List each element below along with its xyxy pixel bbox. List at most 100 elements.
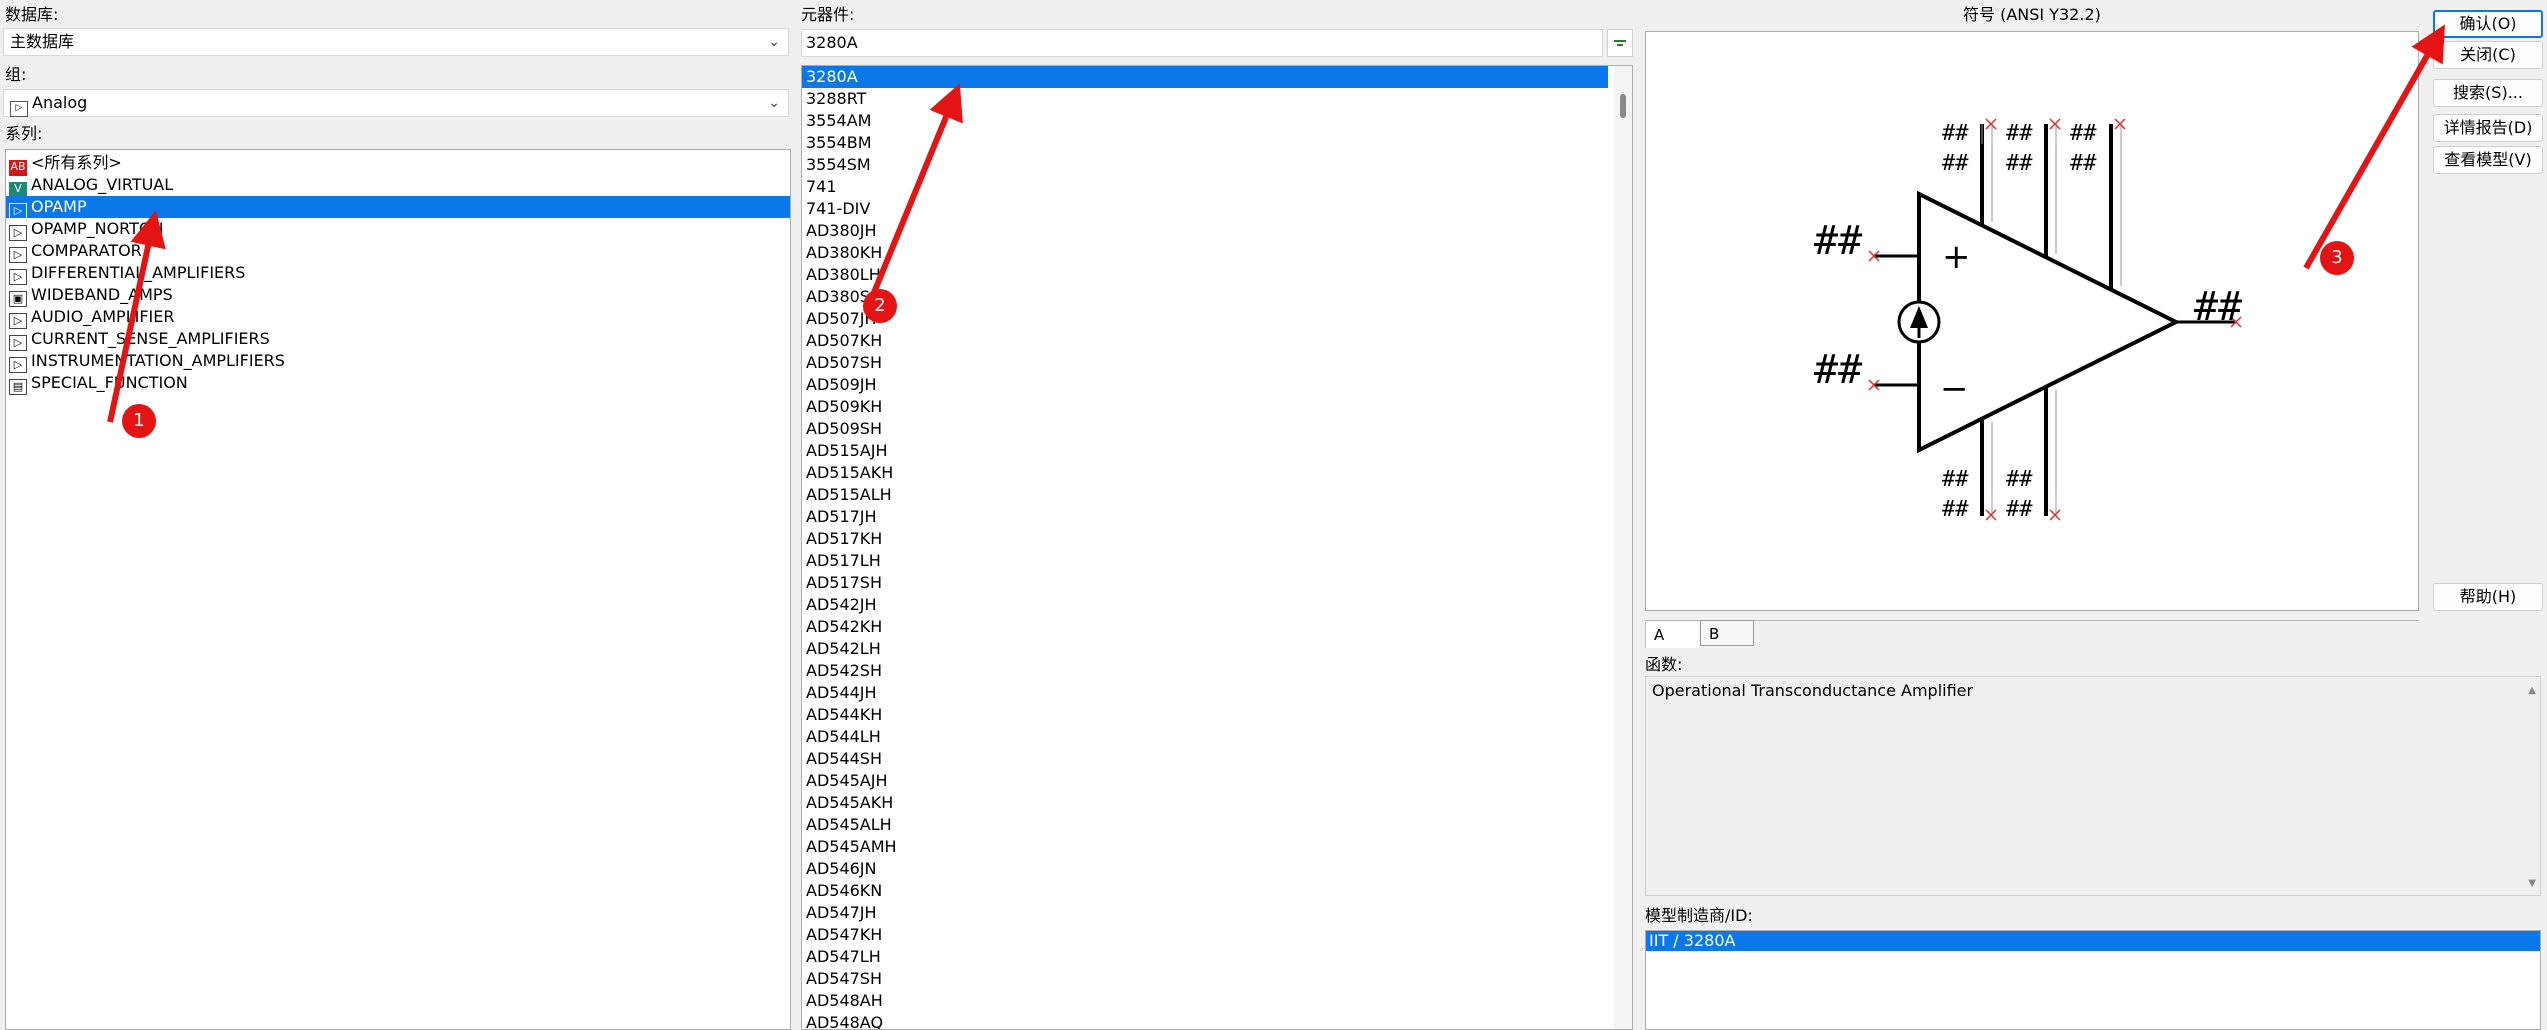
filter-icon <box>1614 40 1626 46</box>
detail-report-button[interactable]: 详情报告(D) <box>2433 114 2543 142</box>
symbol-preview-scrollbar[interactable] <box>1645 611 2419 621</box>
family-item-label: DIFFERENTIAL_AMPLIFIERS <box>31 263 246 282</box>
component-item[interactable]: AD544SH <box>802 748 1608 770</box>
component-item[interactable]: AD542LH <box>802 638 1608 660</box>
family-item-label: <所有系列> <box>31 153 122 172</box>
component-item[interactable]: AD548AH <box>802 990 1608 1012</box>
family-item[interactable]: ▤ SPECIAL_FUNCTION <box>6 372 790 395</box>
help-button[interactable]: 帮助(H) <box>2433 583 2543 611</box>
component-list[interactable]: 3280A 3288RT 3554AM 3554BM 3554SM 741 741-DIV A… <box>801 65 1633 1030</box>
family-item[interactable]: ▷ OPAMP_NORTON <box>6 218 790 241</box>
component-item[interactable]: AD542JH <box>802 594 1608 616</box>
component-item[interactable]: AD517KH <box>802 528 1608 550</box>
scroll-down-icon[interactable]: ▼ <box>2528 878 2536 889</box>
component-item[interactable]: AD380LH <box>802 264 1608 286</box>
filter-button[interactable] <box>1607 29 1633 57</box>
special-function-icon: ▤ <box>9 379 27 395</box>
scroll-up-icon[interactable]: ▲ <box>2528 685 2536 696</box>
component-item[interactable]: AD507SH <box>802 352 1608 374</box>
component-item[interactable]: AD517JH <box>802 506 1608 528</box>
component-item[interactable]: 741-DIV <box>802 198 1608 220</box>
component-item[interactable]: AD545AKH <box>802 792 1608 814</box>
pin-label: ## <box>2006 467 2033 492</box>
group-select[interactable]: ▷ Analog ⌄ <box>3 89 789 117</box>
family-item-label: INSTRUMENTATION_AMPLIFIERS <box>31 351 285 370</box>
component-item[interactable]: AD515AKH <box>802 462 1608 484</box>
family-item-label: OPAMP <box>31 197 87 216</box>
pin-label: ## <box>1942 121 1969 146</box>
family-item-label: WIDEBAND_AMPS <box>31 285 173 304</box>
family-list[interactable]: AB <所有系列> V ANALOG_VIRTUAL ▷ OPAMP ▷ OPAMP_NORT… <box>5 149 791 1030</box>
component-item[interactable]: AD517LH <box>802 550 1608 572</box>
component-item[interactable]: AD545AJH <box>802 770 1608 792</box>
family-item[interactable]: ▷ DIFFERENTIAL_AMPLIFIERS <box>6 262 790 285</box>
component-item[interactable]: AD548AQ <box>802 1012 1608 1029</box>
component-list-scrollbar[interactable] <box>1614 66 1632 1029</box>
tab-b[interactable]: B <box>1700 620 1754 646</box>
component-item[interactable]: AD546JN <box>802 858 1608 880</box>
component-item[interactable]: AD547SH <box>802 968 1608 990</box>
group-label: 组: <box>5 65 27 84</box>
component-item[interactable]: AD507KH <box>802 330 1608 352</box>
family-item[interactable]: ▷ COMPARATOR <box>6 240 790 263</box>
component-item[interactable]: AD544KH <box>802 704 1608 726</box>
scrollbar-thumb[interactable] <box>1620 94 1626 118</box>
family-item[interactable]: ▷ CURRENT_SENSE_AMPLIFIERS <box>6 328 790 351</box>
component-item[interactable]: AD380KH <box>802 242 1608 264</box>
component-item[interactable]: AD547LH <box>802 946 1608 968</box>
component-item[interactable]: AD509SH <box>802 418 1608 440</box>
model-list[interactable]: IIT / 3280A <box>1645 930 2541 1030</box>
family-item-label: OPAMP_NORTON <box>31 219 164 238</box>
component-item[interactable]: AD547JH <box>802 902 1608 924</box>
family-item[interactable]: ▷ INSTRUMENTATION_AMPLIFIERS <box>6 350 790 373</box>
component-item[interactable]: 3280A <box>802 66 1608 88</box>
ok-button[interactable]: 确认(O) <box>2433 10 2543 38</box>
family-item[interactable]: V ANALOG_VIRTUAL <box>6 174 790 198</box>
comparator-icon: ▷ <box>9 247 27 263</box>
family-item-label: CURRENT_SENSE_AMPLIFIERS <box>31 329 270 348</box>
database-select[interactable]: 主数据库 ⌄ <box>3 28 789 56</box>
search-button[interactable]: 搜索(S)... <box>2433 79 2543 107</box>
component-item[interactable]: 3554AM <box>802 110 1608 132</box>
component-item[interactable]: AD547KH <box>802 924 1608 946</box>
component-item[interactable]: AD545AMH <box>802 836 1608 858</box>
component-item[interactable]: AD515AJH <box>802 440 1608 462</box>
component-item[interactable]: AD509JH <box>802 374 1608 396</box>
family-item[interactable]: ▣ WIDEBAND_AMPS <box>6 284 790 307</box>
component-item[interactable]: AD517SH <box>802 572 1608 594</box>
family-item[interactable]: ▷ OPAMP <box>6 196 790 219</box>
opamp-symbol: + − ## ## ## ## ## ## ## ## ## ## ## ## … <box>1814 118 2242 522</box>
model-label: 模型制造商/ID: <box>1645 906 1753 925</box>
component-item[interactable]: AD507JH <box>802 308 1608 330</box>
component-search-input[interactable]: 3280A <box>801 29 1603 57</box>
component-item[interactable]: 741 <box>802 176 1608 198</box>
pin-label: ## <box>1942 467 1969 492</box>
family-item[interactable]: AB <所有系列> <box>6 152 790 176</box>
component-item[interactable]: 3288RT <box>802 88 1608 110</box>
component-item[interactable]: AD546KN <box>802 880 1608 902</box>
component-item[interactable]: AD544LH <box>802 726 1608 748</box>
component-item[interactable]: 3554BM <box>802 132 1608 154</box>
tab-a[interactable]: A <box>1645 622 1699 648</box>
component-item[interactable]: AD542KH <box>802 616 1608 638</box>
family-item[interactable]: ▷ AUDIO_AMPLIFIER <box>6 306 790 329</box>
component-item[interactable]: AD380JH <box>802 220 1608 242</box>
component-item[interactable]: AD515ALH <box>802 484 1608 506</box>
pin-label: ## <box>1942 497 1969 522</box>
annotation-marker-3: 3 <box>2320 241 2354 275</box>
component-item[interactable]: 3554SM <box>802 154 1608 176</box>
annotation-marker-2: 2 <box>863 289 897 323</box>
pin-label: ## <box>1942 151 1969 176</box>
function-textbox[interactable]: Operational Transconductance Amplifier ▲… <box>1645 676 2541 896</box>
component-item[interactable]: AD544JH <box>802 682 1608 704</box>
close-button[interactable]: 关闭(C) <box>2433 41 2543 69</box>
view-model-button[interactable]: 查看模型(V) <box>2433 146 2543 174</box>
model-item[interactable]: IIT / 3280A <box>1646 931 2540 951</box>
component-item[interactable]: AD542SH <box>802 660 1608 682</box>
annotation-marker-1: 1 <box>122 404 156 438</box>
component-item[interactable]: AD545ALH <box>802 814 1608 836</box>
component-item[interactable]: AD509KH <box>802 396 1608 418</box>
pin-label: ## <box>2194 284 2242 330</box>
symbol-title: 符号 (ANSI Y32.2) <box>1963 5 2101 24</box>
component-item[interactable]: AD380SH <box>802 286 1608 308</box>
